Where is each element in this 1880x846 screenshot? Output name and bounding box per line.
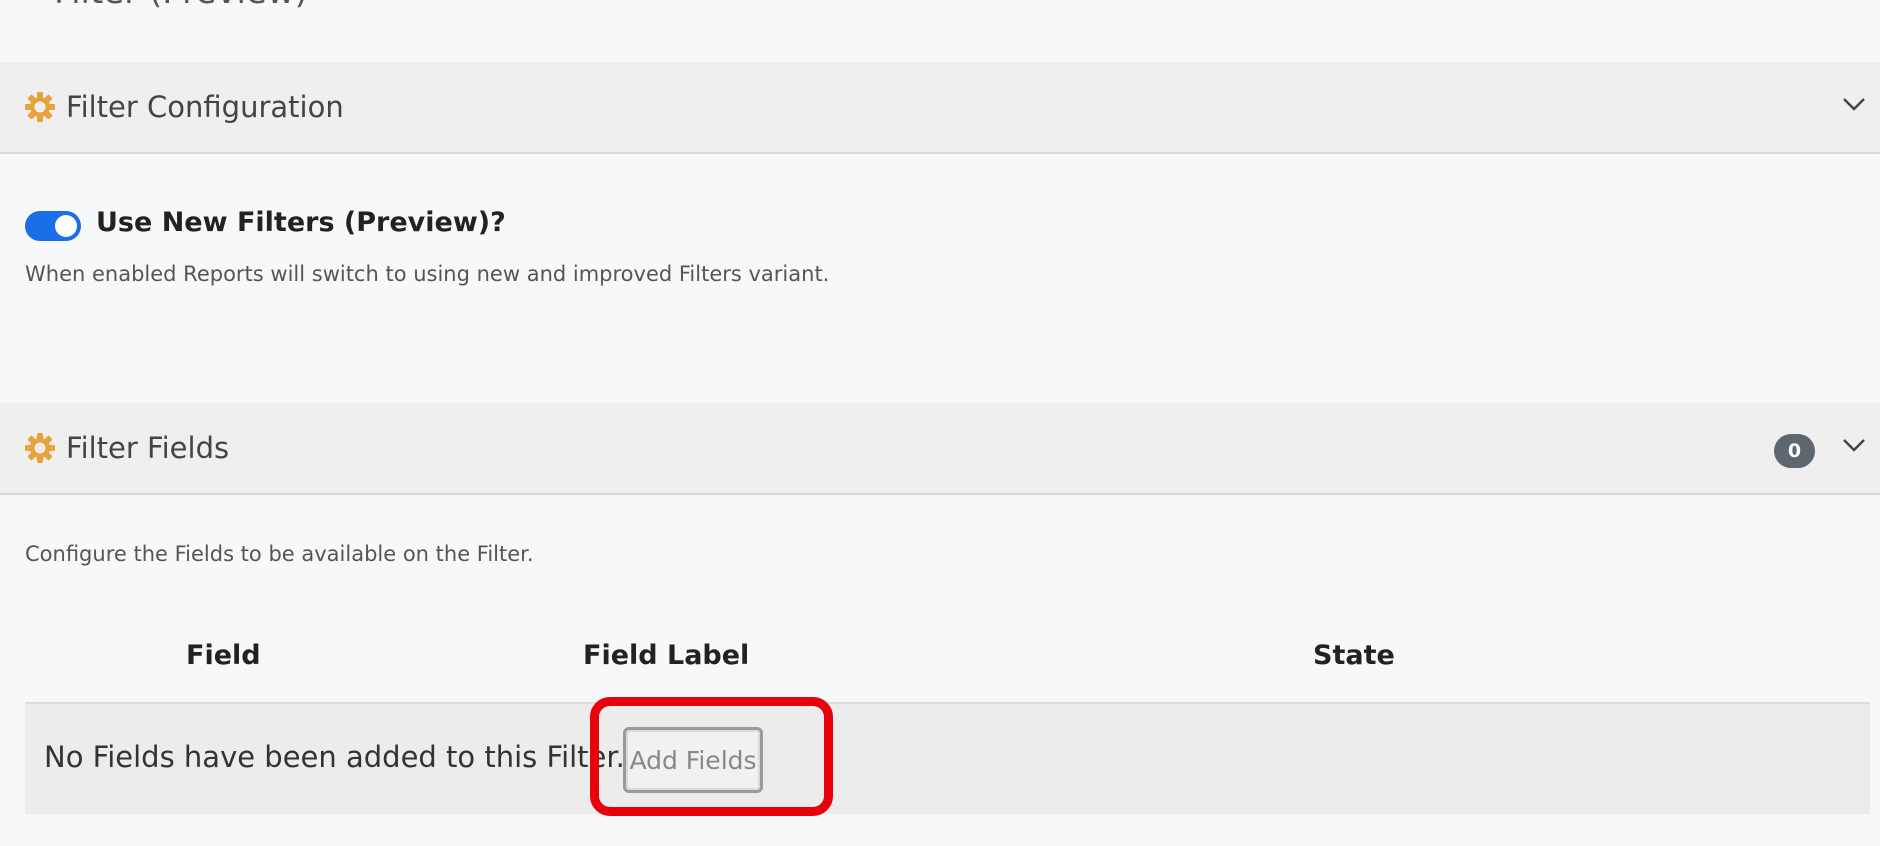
fields-count-badge: 0 [1774, 434, 1815, 468]
section-title: Filter Configuration [66, 90, 344, 124]
chevron-down-icon[interactable] [1840, 431, 1868, 459]
fields-table-header: Field Field Label State [25, 620, 1870, 704]
empty-table-row: No Fields have been added to this Filter… [25, 704, 1870, 814]
page: ‹ Filter (Preview) Filter Configuration [0, 0, 1880, 846]
back-arrow-icon[interactable]: ‹ [28, 0, 40, 10]
toggle-label: Use New Filters (Preview)? [96, 207, 506, 238]
empty-message: No Fields have been added to this Filter… [44, 740, 625, 774]
filter-configuration-header[interactable]: Filter Configuration [0, 62, 1880, 154]
gear-icon [25, 92, 55, 122]
use-new-filters-toggle[interactable] [25, 211, 81, 241]
filter-fields-header[interactable]: Filter Fields 0 [0, 403, 1880, 495]
page-title: Filter (Preview) [54, 0, 308, 12]
column-header-state: State [1313, 640, 1395, 671]
chevron-down-icon[interactable] [1840, 90, 1868, 118]
column-header-field: Field [186, 640, 261, 671]
section-title: Filter Fields [66, 431, 230, 465]
fields-description: Configure the Fields to be available on … [25, 542, 534, 566]
toggle-help-text: When enabled Reports will switch to usin… [25, 262, 830, 286]
toggle-knob [55, 215, 77, 237]
column-header-field-label: Field Label [583, 640, 750, 671]
add-fields-button[interactable]: Add Fields [623, 727, 763, 793]
gear-icon [25, 433, 55, 463]
page-header: ‹ Filter (Preview) [28, 0, 308, 12]
